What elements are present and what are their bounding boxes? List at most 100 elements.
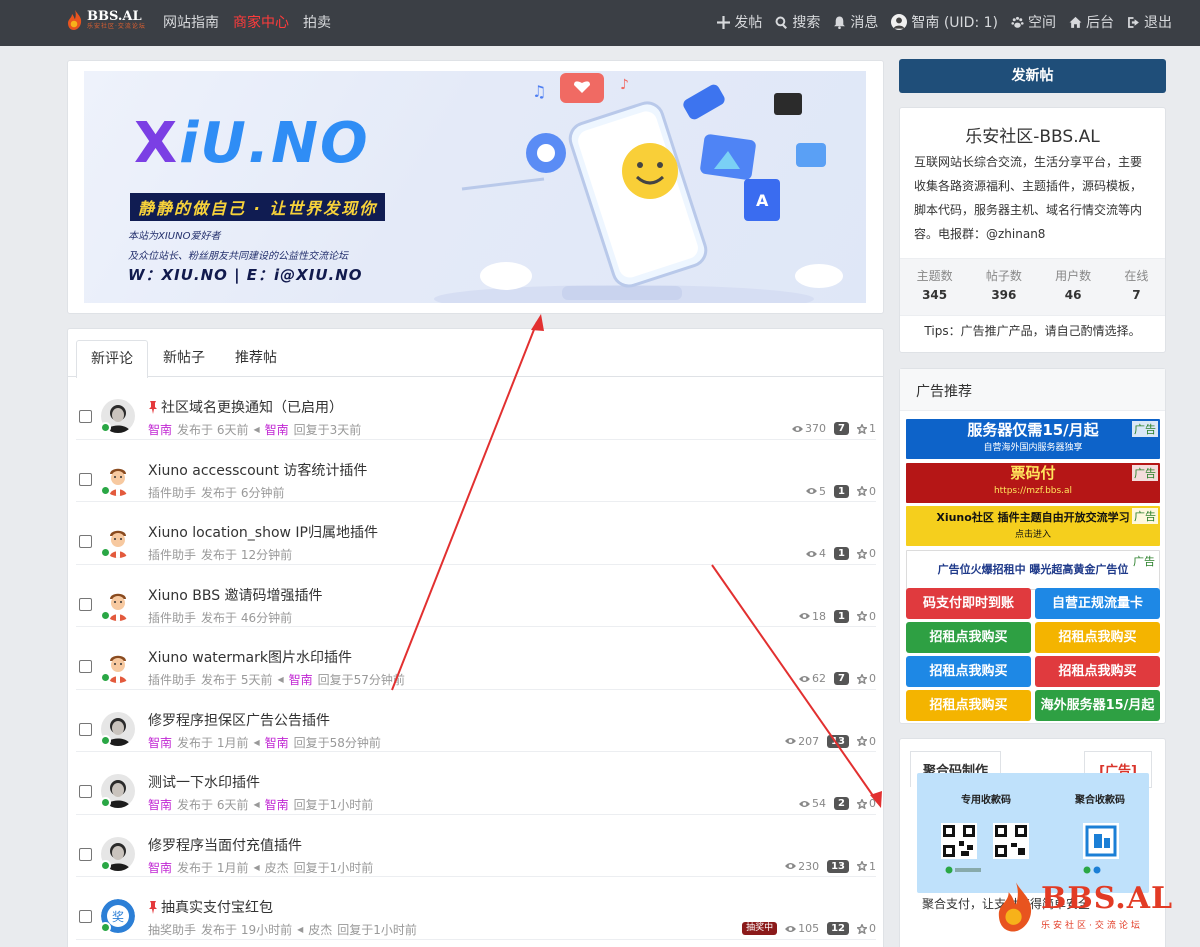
nav-user[interactable]: 智南 (UID: 1) [891,12,998,32]
stat-value: 345 [922,288,948,302]
thread-row[interactable]: 社区域名更换通知（已启用） 智南 发布于 6天前 ◀ 智南 回复于3天前 370 7… [76,377,876,440]
nav-search[interactable]: 搜索 [775,12,820,32]
author-name[interactable]: 插件助手 [148,546,196,563]
qr-preview[interactable]: 专用收款码 聚合收款码 [917,773,1149,893]
replier-name[interactable]: 皮杰 [308,921,332,938]
banner-slogan: 静静的做自己 · 让世界发现你 [130,193,386,221]
thread-title-text[interactable]: 社区域名更换通知（已启用） [161,397,343,417]
thread-checkbox[interactable] [79,410,92,423]
nav-auction[interactable]: 拍卖 [303,12,331,32]
thread-row[interactable]: Xiuno accesscount 访客统计插件 插件助手 发布于 6分钟前 5… [76,440,876,502]
site-watermark: BBS.AL 乐安社区·交流论坛 [993,880,1173,934]
thread-title-text[interactable]: Xiuno BBS 邀请码增强插件 [148,585,323,605]
thread-checkbox[interactable] [79,785,92,798]
favorites[interactable]: 0 [857,797,876,810]
banner-image[interactable]: A ♫ ♪ XiU.NO 静静的做自己 · 让世界发现你 本站为XIUNO爱好者… [84,71,866,303]
ad-button[interactable]: 码支付即时到账 [906,588,1031,619]
ad-button[interactable]: 招租点我购买 [906,656,1031,687]
thread-title[interactable]: 修罗程序担保区广告公告插件 [148,710,330,730]
thread-checkbox[interactable] [79,535,92,548]
replier-name[interactable]: 智南 [265,796,289,813]
favorites[interactable]: 1 [857,860,876,873]
replier-name[interactable]: 智南 [289,671,313,688]
thread-title-text[interactable]: Xiuno location_show IP归属地插件 [148,522,378,542]
thread-title[interactable]: Xiuno location_show IP归属地插件 [148,522,378,542]
thread-title[interactable]: 测试一下水印插件 [148,772,260,792]
thread-row[interactable]: Xiuno watermark图片水印插件 插件助手 发布于 5天前 ◀ 智南 回复… [76,627,876,690]
ad-tag: 广告 [1131,552,1157,569]
nav-admin[interactable]: 后台 [1069,12,1114,32]
thread-row[interactable]: 奖 抽真实支付宝红包 抽奖助手 发布于 19小时前 ◀ 皮杰 回复于1小时前 抽奖中… [76,877,876,940]
ad-button[interactable]: 招租点我购买 [906,622,1031,653]
ad-banner[interactable]: 广告位火爆招租中 曝光超高黄金广告位 广告 [906,549,1160,590]
thread-title[interactable]: Xiuno BBS 邀请码增强插件 [148,585,323,605]
thread-row[interactable]: 修罗程序担保区广告公告插件 智南 发布于 1月前 ◀ 智南 回复于58分钟前 207… [76,690,876,752]
tab-new-comments[interactable]: 新评论 [76,340,148,378]
ad-button[interactable]: 海外服务器15/月起 [1035,690,1160,721]
thread-checkbox[interactable] [79,660,92,673]
author-name[interactable]: 智南 [148,421,172,438]
thread-title[interactable]: 修罗程序当面付充值插件 [148,835,302,855]
thread-title-text[interactable]: Xiuno watermark图片水印插件 [148,647,352,667]
favorites[interactable]: 0 [857,610,876,623]
eye-icon [799,613,811,619]
tab-new-threads[interactable]: 新帖子 [148,339,220,377]
thread-meta: 插件助手 发布于 6分钟前 [148,484,284,501]
thread-title[interactable]: 社区域名更换通知（已启用） [148,397,343,417]
replier-name[interactable]: 皮杰 [265,859,289,876]
tab-recommended[interactable]: 推荐帖 [220,339,292,377]
ad-banner[interactable]: 票码付 https://mzf.bbs.al 广告 [906,462,1160,503]
thread-title-text[interactable]: 抽真实支付宝红包 [161,897,273,917]
favorites[interactable]: 1 [857,422,876,435]
favorites[interactable]: 0 [857,485,876,498]
nav-messages[interactable]: 消息 [833,12,878,32]
thread-title[interactable]: Xiuno accesscount 访客统计插件 [148,460,367,480]
author-name[interactable]: 智南 [148,859,172,876]
nav-post[interactable]: 发帖 [717,12,762,32]
thread-title-text[interactable]: 修罗程序当面付充值插件 [148,835,302,855]
nav-space[interactable]: 空间 [1011,12,1056,32]
nav-site-guide[interactable]: 网站指南 [163,12,219,32]
author-name[interactable]: 插件助手 [148,484,196,501]
favorites[interactable]: 0 [857,735,876,748]
new-post-button[interactable]: 发新帖 [899,59,1166,93]
star-icon [857,861,867,871]
thread-row[interactable]: 测试一下水印插件 智南 发布于 6天前 ◀ 智南 回复于1小时前 54 2 0 [76,752,876,815]
stat-online: 在线 7 [1124,259,1148,315]
nav-logout[interactable]: 退出 [1127,12,1172,32]
nav-merchant-center[interactable]: 商家中心 [233,12,289,32]
ad-banner[interactable]: 服务器仅需15/月起 自营海外国内服务器独享 广告 [906,419,1160,459]
thread-title-text[interactable]: 修罗程序担保区广告公告插件 [148,710,330,730]
ad-banner-text: 服务器仅需15/月起 [967,420,1099,439]
ad-button[interactable]: 招租点我购买 [1035,622,1160,653]
thread-title[interactable]: 抽真实支付宝红包 [148,897,273,917]
watermark-text: BBS.AL [1041,880,1174,916]
thread-row[interactable]: 修罗程序当面付充值插件 智南 发布于 1月前 ◀ 皮杰 回复于1小时前 230 13… [76,815,876,877]
ad-button[interactable]: 招租点我购买 [1035,656,1160,687]
thread-title[interactable]: Xiuno watermark图片水印插件 [148,647,352,667]
ad-button[interactable]: 招租点我购买 [906,690,1031,721]
author-name[interactable]: 抽奖助手 [148,921,196,938]
author-name[interactable]: 智南 [148,734,172,751]
thread-row[interactable]: Xiuno BBS 邀请码增强插件 插件助手 发布于 46分钟前 18 1 0 [76,565,876,627]
favorites[interactable]: 0 [857,672,876,685]
author-name[interactable]: 插件助手 [148,671,196,688]
author-name[interactable]: 智南 [148,796,172,813]
thread-checkbox[interactable] [79,722,92,736]
favorites[interactable]: 0 [857,922,876,935]
thread-title-text[interactable]: 测试一下水印插件 [148,772,260,792]
thread-checkbox[interactable] [79,847,92,861]
ad-banner[interactable]: Xiuno社区 插件主题自由开放交流学习 点击进入 广告 [906,506,1160,546]
author-name[interactable]: 插件助手 [148,609,196,626]
thread-checkbox[interactable] [79,472,92,486]
ad-card: 广告推荐 服务器仅需15/月起 自营海外国内服务器独享 广告 票码付 https://m… [899,368,1166,724]
thread-checkbox[interactable] [79,597,92,611]
thread-row[interactable]: Xiuno location_show IP归属地插件 插件助手 发布于 12分… [76,502,876,565]
replier-name[interactable]: 智南 [265,421,289,438]
replier-name[interactable]: 智南 [265,734,289,751]
site-logo[interactable]: BBS.AL 乐安社区·交流论坛 [66,9,146,31]
thread-checkbox[interactable] [79,910,92,923]
ad-button[interactable]: 自营正规流量卡 [1035,588,1160,619]
thread-title-text[interactable]: Xiuno accesscount 访客统计插件 [148,460,367,480]
favorites[interactable]: 0 [857,547,876,560]
